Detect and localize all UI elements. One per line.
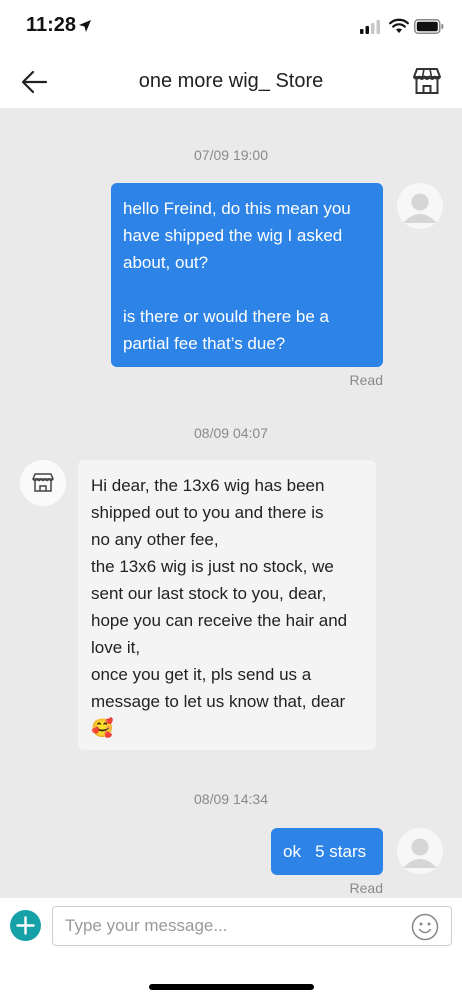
emoji: 🥰 (91, 718, 114, 738)
incoming-message-bubble[interactable]: Hi dear, the 13x6 wig has been shipped o… (78, 460, 376, 750)
message-line: sent our last stock to you, dear, (91, 584, 327, 603)
battery-icon (414, 19, 444, 34)
read-receipt: Read (349, 372, 383, 388)
message-line: no any other fee, (91, 530, 219, 549)
user-avatar[interactable] (397, 183, 443, 229)
message-line: love it, (91, 638, 141, 657)
signal-icon (360, 20, 380, 34)
store-avatar-icon (20, 460, 66, 506)
message-line: is there or would there be a (123, 307, 330, 326)
status-bar: 11:28 (0, 0, 462, 56)
outgoing-message-bubble[interactable]: ok 5 stars (271, 828, 383, 875)
message-line: have shipped the wig I asked (123, 226, 343, 245)
message-line: once you get it, pls send us a (91, 665, 312, 684)
chat-thread[interactable]: 07/09 19:00 hello Freind, do this mean y… (0, 108, 462, 898)
smiley-icon[interactable] (411, 913, 439, 941)
add-attachment-button[interactable] (10, 910, 41, 941)
location-arrow-icon (79, 20, 91, 32)
message-line: hello Freind, do this mean you (123, 199, 351, 218)
message-line: partial fee that’s due? (123, 334, 286, 353)
store-title: one more wig_ Store (138, 70, 324, 92)
status-time: 11:28 (26, 14, 77, 36)
outgoing-message-bubble[interactable]: hello Freind, do this mean you have ship… (111, 183, 383, 367)
message-line: shipped out to you and there is (91, 503, 324, 522)
message-line (123, 276, 371, 303)
store-icon[interactable] (412, 66, 442, 96)
message-composer (0, 898, 462, 958)
store-avatar[interactable] (20, 460, 66, 506)
user-avatar[interactable] (397, 828, 443, 874)
wifi-icon (389, 18, 409, 33)
chat-header: one more wig_ Store (0, 56, 462, 108)
message-line: hope you can receive the hair and (91, 611, 348, 630)
plus-icon (16, 916, 35, 935)
message-line: the 13x6 wig is just no stock, we (91, 557, 334, 576)
message-line: message to let us know that, dear (91, 692, 346, 711)
user-avatar-icon (403, 193, 437, 223)
user-avatar-icon (403, 838, 437, 868)
message-line: Hi dear, the 13x6 wig has been (91, 476, 325, 495)
message-line: about, out? (123, 253, 209, 272)
message-timestamp: 08/09 14:34 (194, 791, 268, 807)
home-indicator[interactable] (149, 984, 314, 990)
read-receipt: Read (349, 880, 383, 896)
message-input[interactable] (52, 906, 452, 946)
message-timestamp: 07/09 19:00 (194, 147, 268, 163)
message-timestamp: 08/09 04:07 (194, 425, 268, 441)
back-arrow-icon[interactable] (20, 68, 50, 96)
